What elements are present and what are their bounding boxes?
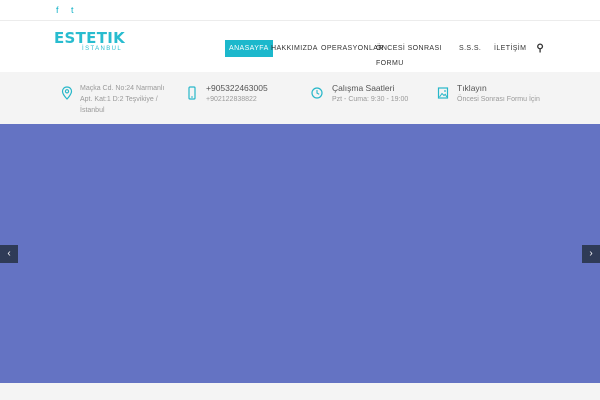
phone-primary[interactable]: +905322463005 [206, 83, 268, 93]
logo-subtext: İSTANBUL [82, 46, 123, 52]
slider-prev-button[interactable]: ‹ [0, 245, 18, 263]
nav-item-contact[interactable]: İLETİŞİM [494, 45, 526, 52]
form-text[interactable]: Öncesi Sonrası Formu İçin [457, 94, 540, 105]
twitter-icon[interactable]: t [71, 5, 74, 15]
location-pin-icon [61, 86, 73, 100]
nav-item-before-after[interactable]: ÖNCESİ SONRASI [376, 45, 442, 52]
slider-next-button[interactable]: › [582, 245, 600, 263]
nav-item-about[interactable]: HAKKIMIZDA [271, 45, 318, 52]
phone-icon [188, 86, 196, 100]
address-line-1: Maçka Cd. No:24 Narmanlı [80, 85, 165, 92]
nav-item-faq[interactable]: S.S.S. [459, 45, 481, 52]
clock-icon [311, 87, 323, 99]
top-bar: f t [0, 0, 600, 21]
below-slider-strip [0, 383, 600, 400]
image-icon [437, 87, 449, 99]
search-icon[interactable]: ⚲ [536, 43, 544, 54]
hours-text: Pzt - Cuma: 9:30 - 19:00 [332, 96, 409, 103]
nav-item-home[interactable]: ANASAYFA [225, 40, 273, 57]
hero-slider [0, 124, 600, 383]
hours-title: Çalışma Saatleri [332, 83, 395, 93]
form-title[interactable]: Tıklayın [457, 83, 487, 93]
nav-item-form[interactable]: FORMU [376, 60, 404, 67]
logo-text: ESTETIK [54, 29, 126, 47]
phone-secondary[interactable]: +902122838822 [206, 94, 257, 105]
nav-item-operations[interactable]: OPERASYONLAR [321, 45, 384, 52]
address-line-3: İstanbul [80, 107, 105, 114]
facebook-icon[interactable]: f [56, 5, 59, 15]
address-line-2: Apt. Kat:1 D:2 Teşvikiye / [80, 96, 158, 103]
